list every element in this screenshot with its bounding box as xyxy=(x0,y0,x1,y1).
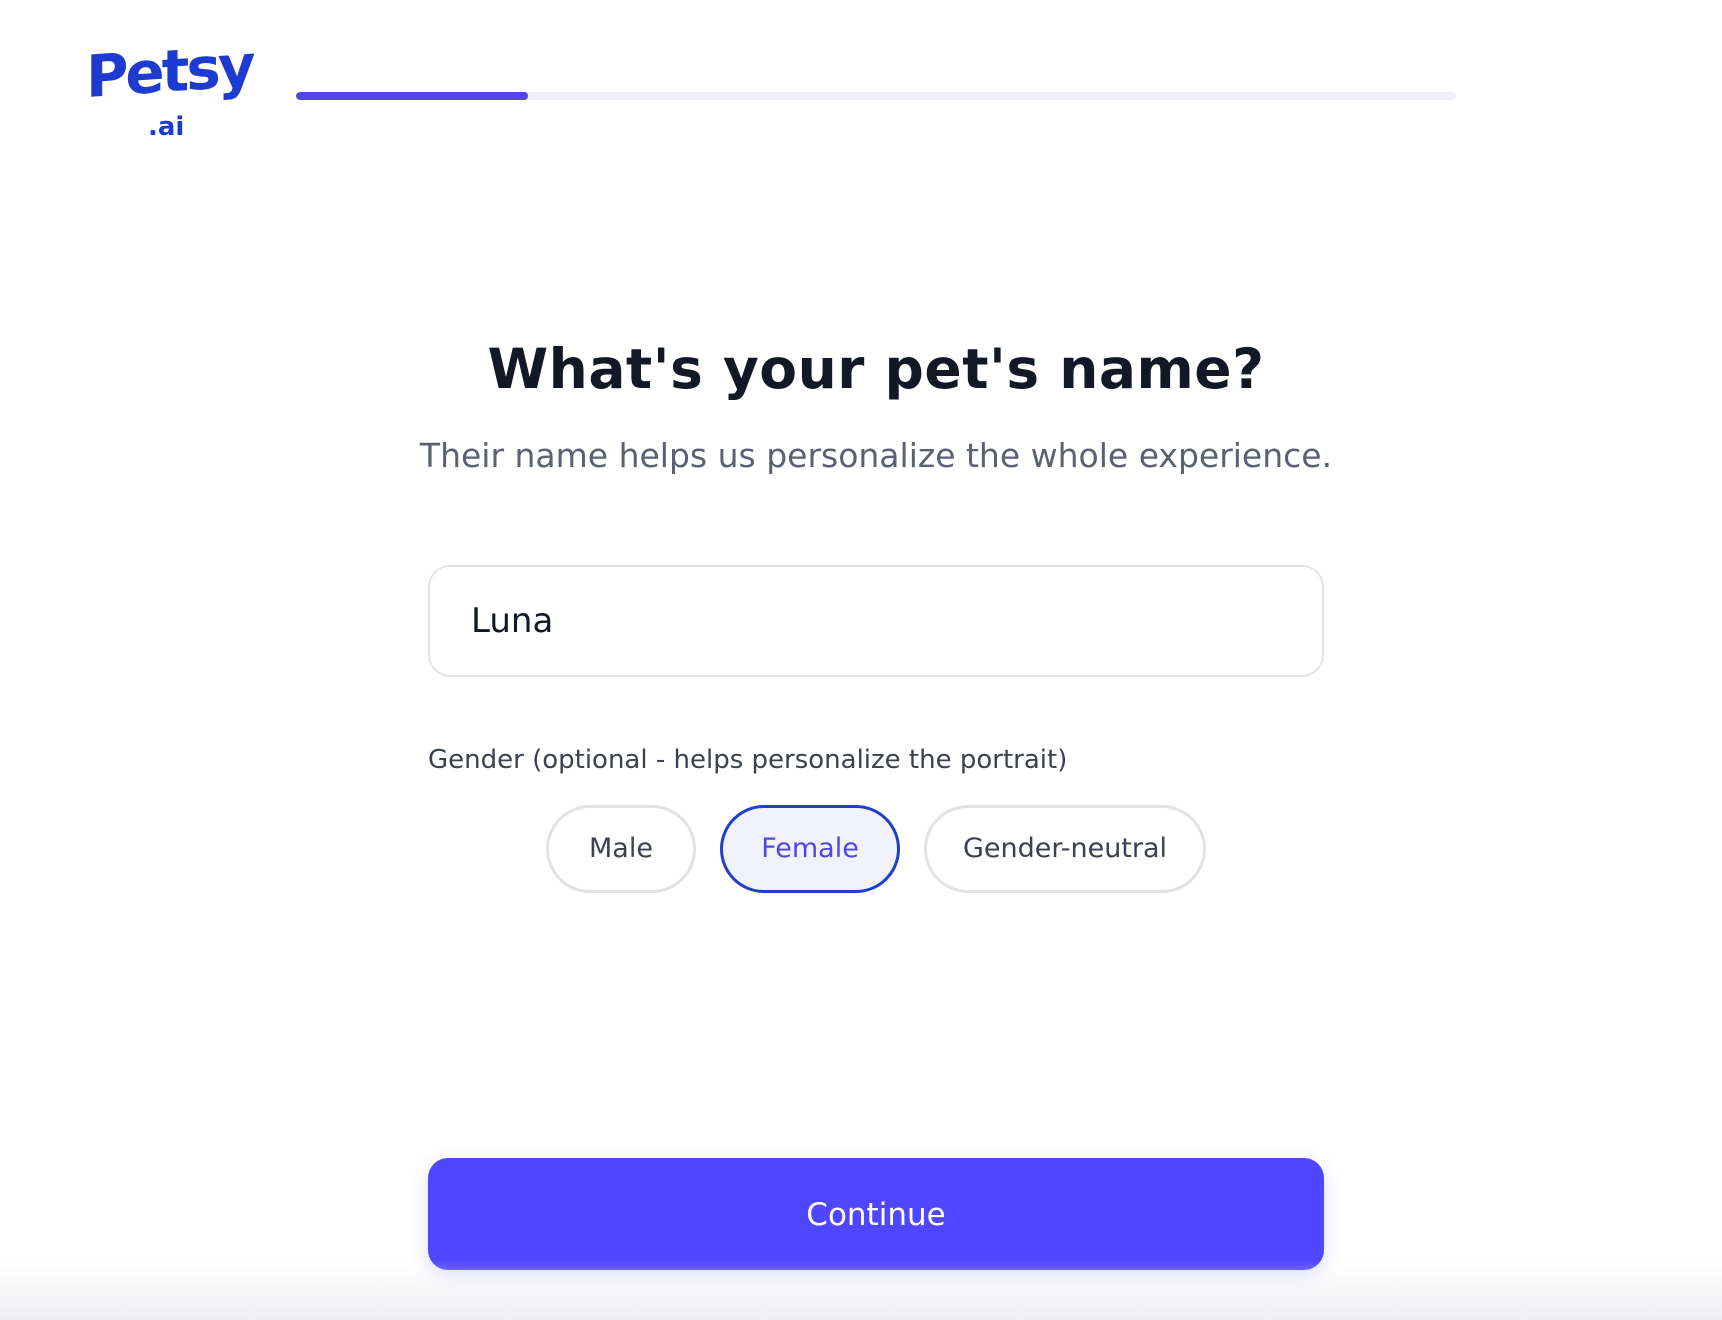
gender-option-female[interactable]: Female xyxy=(720,805,900,893)
page-subtitle: Their name helps us personalize the whol… xyxy=(419,436,1333,475)
onboarding-page: Petsy .ai What's your pet's name? Their … xyxy=(0,0,1722,1320)
progress-bar xyxy=(296,92,1456,100)
bottom-fade xyxy=(0,1260,1722,1320)
logo-suffix: .ai xyxy=(148,112,185,142)
pet-name-input[interactable] xyxy=(428,565,1324,677)
gender-option-neutral[interactable]: Gender-neutral xyxy=(924,805,1206,893)
continue-button[interactable]: Continue xyxy=(428,1158,1324,1270)
progress-fill xyxy=(296,92,528,100)
petsy-logo[interactable]: Petsy .ai xyxy=(86,31,252,158)
logo-wordmark: Petsy xyxy=(86,31,253,112)
page-title: What's your pet's name? xyxy=(487,337,1265,401)
gender-label: Gender (optional - helps personalize the… xyxy=(428,745,1068,775)
gender-option-male[interactable]: Male xyxy=(546,805,696,893)
